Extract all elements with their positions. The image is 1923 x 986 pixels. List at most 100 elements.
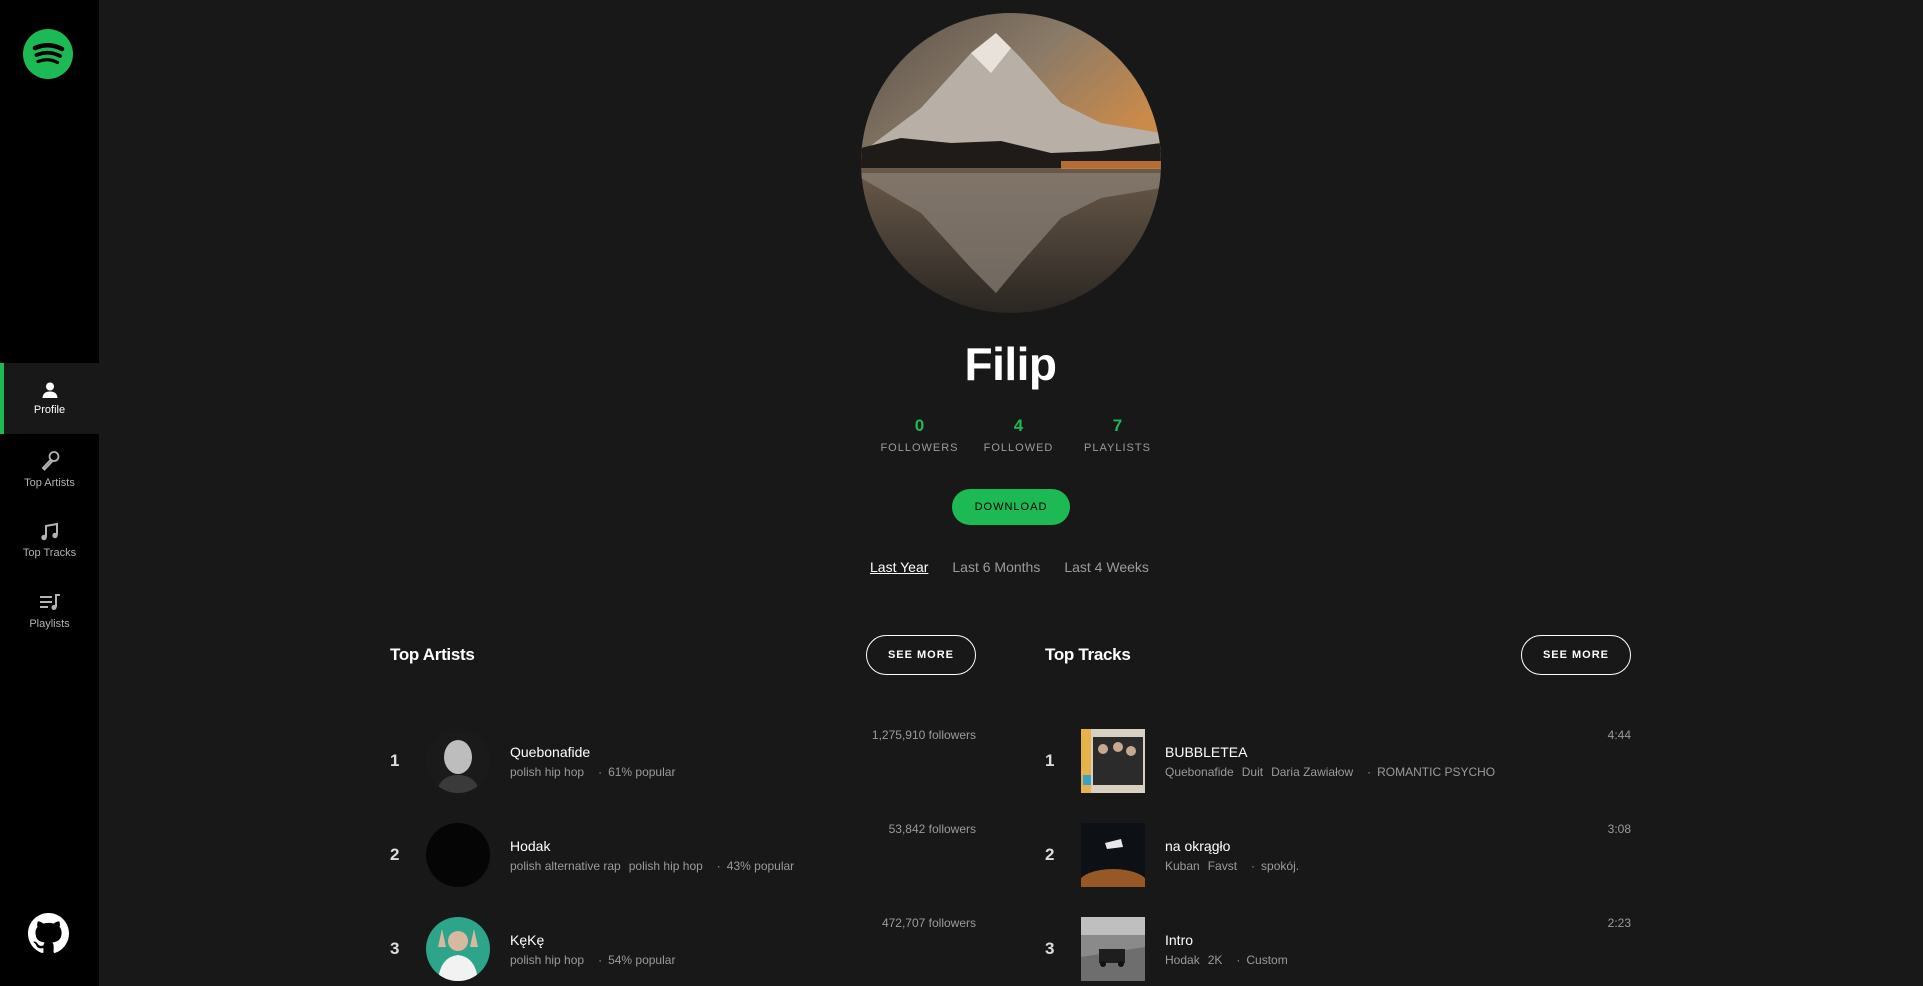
track-row[interactable]: 1 BUBBLETEA Quebonafide Duit Daria Zawiało… [1045,714,1631,808]
artist-name: Quebonafide [510,743,591,760]
sidebar-item-label: Top Artists [24,477,75,489]
artist-meta: polish alternative rap polish hip hop · 43%… [510,858,795,873]
spotify-logo-icon[interactable] [23,29,73,79]
artist-name: KęKę [510,931,545,948]
track-artist: Hodak [1165,952,1200,967]
artist-followers: 472,707 followers [881,916,976,930]
section-title: Top Tracks [1045,645,1131,664]
artist-followers: 1,275,910 followers [871,728,976,742]
github-icon[interactable] [28,913,69,954]
stat-value: 4 [1013,416,1024,435]
stat-value: 0 [914,416,925,435]
artist-genre: polish hip hop [628,858,703,873]
profile-name: Filip [964,338,1057,390]
track-artist: 2K [1207,952,1223,967]
track-duration: 4:44 [1607,728,1631,742]
profile-stats: 0 FOLLOWERS 4 FOLLOWED 7 PLAYLISTS [870,416,1167,454]
track-album: ROMANTIC PSYCHO [1377,764,1496,779]
stat-label: PLAYLISTS [1084,442,1151,454]
top-artists-section: Top Artists SEE MORE 1 Quebonafide polis… [390,635,976,986]
artist-genre: polish hip hop [510,952,585,967]
time-range-tabs: Last Year Last 6 Months Last 4 Weeks [870,559,1149,575]
section-header: Top Artists SEE MORE [390,635,976,675]
artist-meta: polish hip hop · 54% popular [510,952,676,967]
stat-followers: 0 FOLLOWERS [870,416,969,454]
artist-popularity: 54% popular [608,952,676,967]
track-name: na okrągło [1165,837,1231,854]
album-cover [1081,823,1145,887]
stat-playlists: 7 PLAYLISTS [1068,416,1167,454]
track-duration: 2:23 [1607,916,1631,930]
track-meta: Kuban Favst · spokój. [1165,858,1300,873]
track-name: Intro [1165,931,1194,948]
track-row[interactable]: 2 na okrągło Kuban Favst · spokój. 3:08 [1045,808,1631,902]
sidebar-item-label: Playlists [29,618,70,630]
artist-genre: polish hip hop [510,764,585,779]
tab-last-year[interactable]: Last Year [870,559,928,575]
track-album: spokój. [1261,858,1300,873]
tab-last-4-weeks[interactable]: Last 4 Weeks [1064,559,1149,575]
microphone-icon [41,451,59,471]
sidebar-item-label: Profile [33,404,66,416]
download-button[interactable]: DOWNLOAD [952,489,1070,525]
album-cover [1081,917,1145,981]
section-title: Top Artists [390,645,475,664]
stat-label: FOLLOWED [983,442,1054,454]
track-meta: Hodak 2K · Custom [1165,952,1288,967]
artist-popularity: 43% popular [726,858,795,873]
track-album: Custom [1246,952,1288,967]
track-meta: Quebonafide Duit Daria Zawiałow · ROMANTIC P… [1165,764,1496,779]
sidebar-item-top-tracks[interactable]: Top Tracks [0,505,99,576]
artist-name: Hodak [510,837,551,854]
artist-image [426,823,490,887]
track-name: BUBBLETEA [1165,743,1248,760]
track-info: na okrągło Kuban Favst · spokój. [1165,838,1631,873]
artist-followers: 53,842 followers [888,822,976,836]
sidebar-item-label: Top Tracks [22,547,77,559]
track-info: Intro Hodak 2K · Custom [1165,932,1631,967]
track-artist: Daria Zawiałow [1271,764,1354,779]
sidebar-item-top-artists[interactable]: Top Artists [0,434,99,505]
artist-genre: polish alternative rap [510,858,621,873]
section-header: Top Tracks SEE MORE [1045,635,1631,675]
artist-info: KęKę polish hip hop · 54% popular [510,932,976,967]
stat-value: 7 [1112,416,1123,435]
sidebar-nav: Profile Top Artists Top Tracks Playlists [0,363,99,647]
track-info: BUBBLETEA Quebonafide Duit Daria Zawiałow ·… [1165,744,1631,779]
artist-rank: 2 [390,845,400,864]
track-list: 1 BUBBLETEA Quebonafide Duit Daria Zawiało… [1045,714,1631,986]
track-artist: Favst [1207,858,1238,873]
artist-row[interactable]: 2 Hodak polish alternative rap polish hip… [390,808,976,902]
track-rank: 3 [1045,939,1055,958]
track-artist: Kuban [1165,858,1200,873]
artist-image [426,729,490,793]
sidebar: Profile Top Artists Top Tracks Playlists [0,0,99,986]
track-artist: Quebonafide [1165,764,1234,779]
profile-avatar [861,13,1161,313]
artist-image [426,917,490,981]
stat-label: FOLLOWERS [880,442,959,454]
playlist-icon [39,594,60,610]
artist-popularity: 61% popular [608,764,676,779]
artist-rank: 3 [390,939,400,958]
stat-followed: 4 FOLLOWED [969,416,1068,454]
album-cover [1081,729,1145,793]
artist-list: 1 Quebonafide polish hip hop · 61% popular… [390,714,976,986]
music-note-icon [40,522,58,541]
sidebar-item-playlists[interactable]: Playlists [0,576,99,647]
tab-last-6-months[interactable]: Last 6 Months [952,559,1040,575]
artist-rank: 1 [390,751,400,770]
track-duration: 3:08 [1607,822,1631,836]
track-rank: 2 [1045,845,1055,864]
track-row[interactable]: 3 Intro Hodak 2K · Custom 2:23 [1045,902,1631,986]
artist-info: Quebonafide polish hip hop · 61% popular [510,744,976,779]
see-more-artists-button[interactable]: SEE MORE [866,635,976,675]
track-artist: Duit [1241,764,1264,779]
see-more-tracks-button[interactable]: SEE MORE [1521,635,1631,675]
artist-row[interactable]: 3 KęKę polish hip hop · 54% popular 472,70… [390,902,976,986]
artist-info: Hodak polish alternative rap polish hip h… [510,838,976,873]
artist-meta: polish hip hop · 61% popular [510,764,676,779]
track-rank: 1 [1045,751,1055,770]
top-tracks-section: Top Tracks SEE MORE 1 BUBBLETEA Quebonaf… [1045,635,1631,986]
artist-row[interactable]: 1 Quebonafide polish hip hop · 61% popular… [390,714,976,808]
